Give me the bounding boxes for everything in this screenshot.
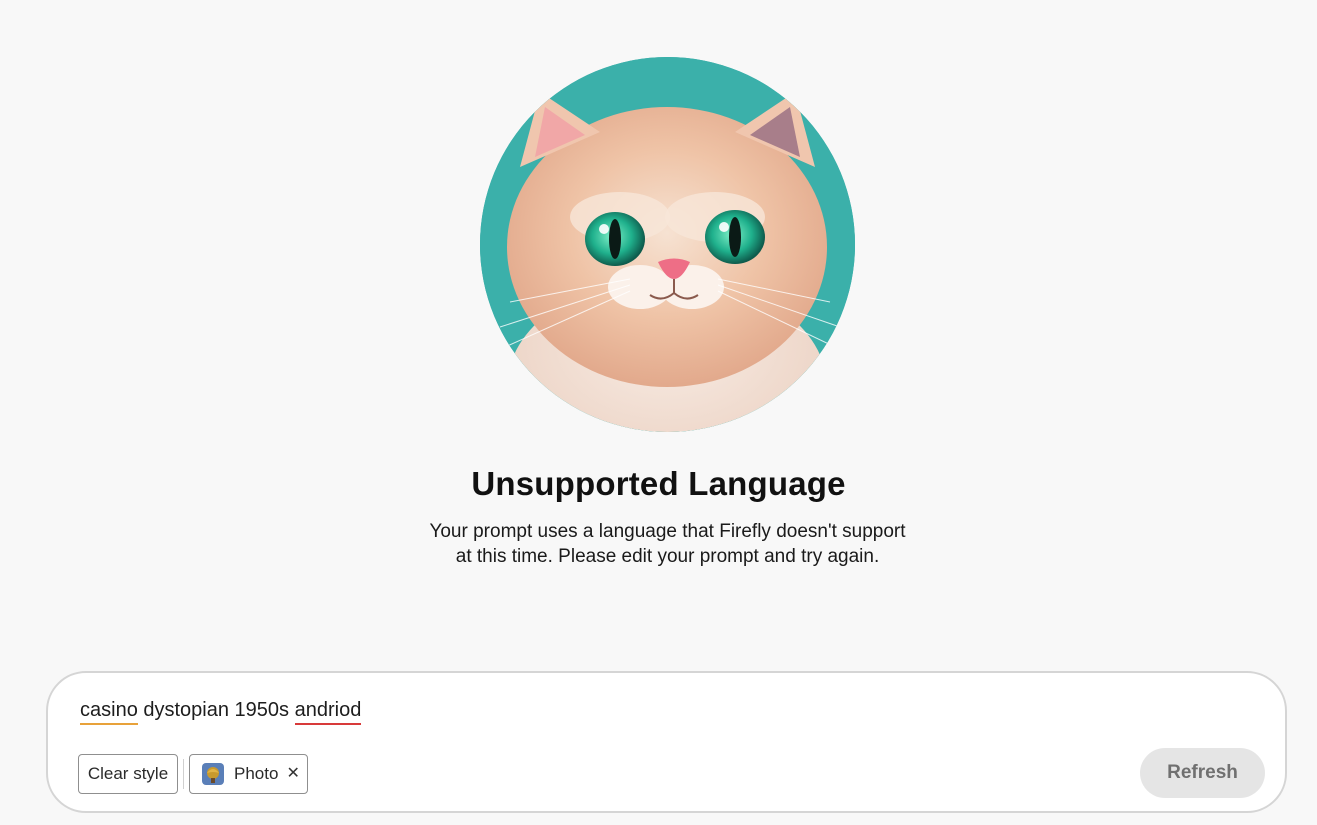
close-icon[interactable]: ✕ — [286, 766, 299, 782]
chip-divider — [183, 759, 184, 789]
prompt-bar: casino dystopian 1950s andriod Clear sty… — [46, 671, 1287, 813]
prompt-word-misspelled[interactable]: andriod — [294, 699, 362, 725]
clear-style-button[interactable]: Clear style — [78, 754, 178, 794]
photo-style-label: Photo — [234, 764, 279, 783]
clear-style-label: Clear style — [87, 764, 169, 783]
photo-style-chip[interactable]: Photo ✕ — [189, 754, 308, 794]
error-message-line-2: at this time. Please edit your prompt an… — [455, 546, 880, 567]
error-message: Your prompt uses a language that Firefly… — [420, 519, 915, 569]
refresh-button[interactable]: Refresh — [1140, 748, 1265, 798]
prompt-input[interactable]: casino dystopian 1950s andriod — [80, 699, 362, 725]
cat-illustration — [480, 57, 855, 432]
photo-style-icon — [202, 763, 224, 785]
prompt-word-flagged[interactable]: casino — [80, 699, 138, 725]
hero-cat-image — [480, 57, 855, 432]
prompt-word[interactable]: dystopian 1950s — [138, 699, 295, 722]
page: Unsupported Language Your prompt uses a … — [0, 0, 1317, 825]
error-message-line-1: Your prompt uses a language that Firefly… — [429, 521, 906, 542]
page-title: Unsupported Language — [471, 465, 846, 502]
